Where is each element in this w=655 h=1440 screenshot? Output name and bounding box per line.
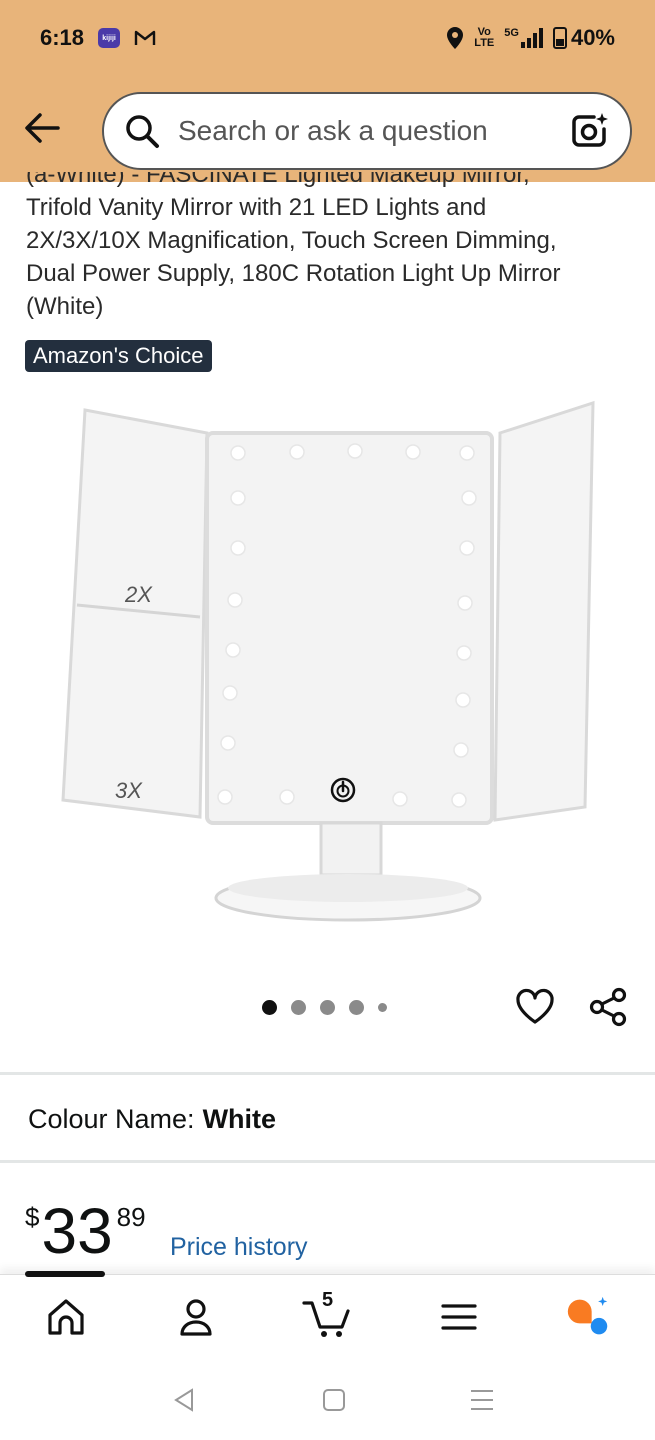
- status-bar: 6:18 kijiji Vo LTE 5G 40%: [0, 0, 655, 76]
- status-time: 6:18: [40, 25, 85, 50]
- product-title-line: Dual Power Supply, 180C Rotation Light U…: [26, 260, 561, 287]
- location-icon: [447, 27, 464, 49]
- magnification-3x-label: 3X: [115, 778, 143, 803]
- carousel-dot[interactable]: [378, 1003, 387, 1012]
- search-input[interactable]: [178, 115, 548, 147]
- system-back-icon[interactable]: [170, 1386, 198, 1414]
- divider: [0, 1072, 655, 1075]
- heart-icon[interactable]: [514, 986, 556, 1028]
- price-currency: $: [25, 1202, 40, 1232]
- magnification-2x-label: 2X: [124, 582, 153, 607]
- price-whole: 33: [41, 1195, 113, 1267]
- status-left: 6:18 kijiji: [40, 25, 156, 51]
- product-title-line: Trifold Vanity Mirror with 21 LED Lights…: [26, 194, 487, 221]
- search-header: [0, 76, 655, 182]
- account-icon[interactable]: [174, 1295, 218, 1339]
- rufus-ai-icon[interactable]: [566, 1295, 610, 1339]
- colour-value: White: [202, 1104, 277, 1134]
- system-navigation-bar: [0, 1366, 655, 1440]
- home-icon[interactable]: [44, 1295, 88, 1339]
- carousel-dot[interactable]: [291, 1000, 306, 1015]
- search-icon: [126, 115, 159, 148]
- battery-percent: 40%: [570, 25, 615, 50]
- share-icon[interactable]: [587, 986, 629, 1028]
- camera-search-icon[interactable]: [570, 111, 610, 151]
- product-image[interactable]: 2X 3X: [55, 395, 600, 935]
- gmail-icon: [134, 30, 156, 45]
- system-recents-icon[interactable]: [468, 1386, 496, 1414]
- carousel-dot[interactable]: [349, 1000, 364, 1015]
- menu-icon[interactable]: [437, 1295, 481, 1339]
- search-box[interactable]: [102, 92, 632, 170]
- price-history-link[interactable]: Price history: [170, 1233, 308, 1262]
- cart-button[interactable]: 5: [302, 1289, 356, 1339]
- cart-count: 5: [322, 1289, 334, 1311]
- image-carousel-dots: [262, 1000, 387, 1015]
- product-title[interactable]: (a-White) - FASCINATE Lighted Makeup Mir…: [26, 172, 626, 332]
- colour-label: Colour Name:: [28, 1104, 195, 1134]
- carousel-dot[interactable]: [320, 1000, 335, 1015]
- colour-selector[interactable]: Colour Name: White: [28, 1104, 276, 1135]
- kijiji-app-icon: kijiji: [98, 28, 121, 48]
- carousel-dot[interactable]: [262, 1000, 277, 1015]
- product-title-line: (White): [26, 293, 104, 320]
- signal-icon: 5G: [504, 28, 543, 48]
- active-tab-indicator: [25, 1271, 105, 1277]
- price-fraction: 89: [116, 1202, 146, 1232]
- bottom-nav: 5: [0, 1271, 655, 1366]
- product-title-line: 2X/3X/10X Magnification, Touch Screen Di…: [26, 227, 557, 254]
- volte-indicator: Vo LTE: [474, 26, 495, 49]
- divider: [0, 1160, 655, 1163]
- amazons-choice-badge: Amazon's Choice: [25, 340, 212, 372]
- product-title-line: (a-White) - FASCINATE Lighted Makeup Mir…: [26, 172, 530, 188]
- battery-icon: [552, 27, 567, 49]
- system-home-icon[interactable]: [320, 1386, 348, 1414]
- status-right: Vo LTE 5G 40%: [446, 25, 615, 51]
- price: $ 33 89: [25, 1196, 146, 1266]
- back-arrow-icon[interactable]: [20, 106, 64, 150]
